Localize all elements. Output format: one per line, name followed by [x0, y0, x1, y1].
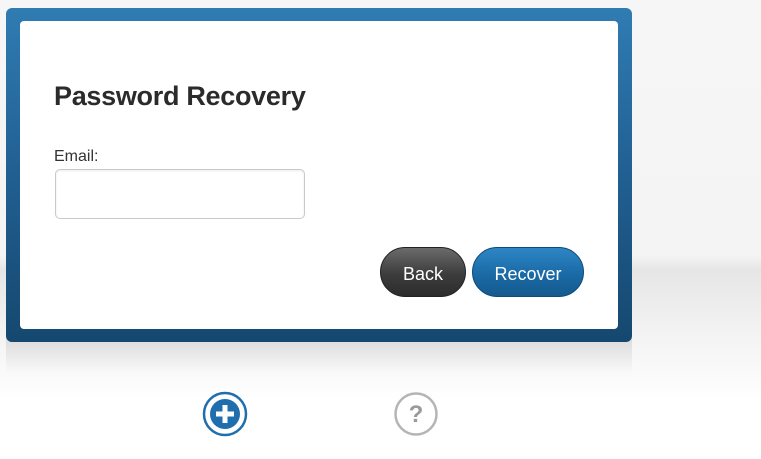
- recovery-panel: Password Recovery Email: Back Recover: [6, 8, 632, 342]
- recovery-card: Password Recovery Email: Back Recover: [20, 21, 618, 329]
- back-button[interactable]: Back: [380, 247, 466, 297]
- email-label: Email:: [54, 148, 99, 165]
- email-field[interactable]: [55, 169, 305, 219]
- panel-shadow: [6, 338, 632, 374]
- recover-button[interactable]: Recover: [472, 247, 584, 297]
- plus-circle-icon[interactable]: [202, 391, 248, 437]
- question-circle-icon[interactable]: ?: [393, 391, 439, 437]
- page-title: Password Recovery: [54, 81, 306, 111]
- svg-text:?: ?: [409, 401, 424, 428]
